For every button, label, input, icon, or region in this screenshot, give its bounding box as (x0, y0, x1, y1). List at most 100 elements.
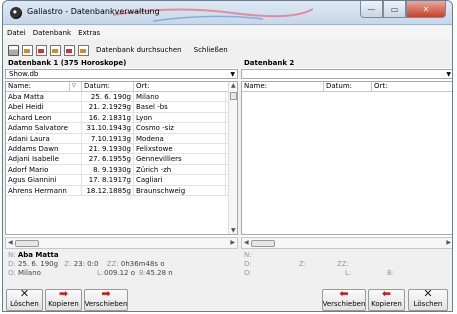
cell-date: 25. 6. 190g (82, 92, 134, 102)
horizontal-scrollbar[interactable]: ◀ ▶ (5, 237, 238, 249)
cell-name: Adjani Isabelle (6, 154, 82, 164)
scroll-up-icon[interactable]: ▲ (231, 82, 236, 89)
scroll-thumb[interactable] (251, 240, 275, 247)
save-document-icon[interactable] (50, 44, 61, 56)
scroll-thumb[interactable] (230, 92, 237, 100)
chevron-down-icon[interactable]: ▼ (230, 71, 235, 79)
table-header: Name: Datum: Ort: (242, 82, 452, 92)
scroll-right-icon[interactable]: ▶ (446, 239, 451, 246)
place-key: O: (8, 269, 16, 277)
record-details-1: N: Aba Matta D: 25. 6. 190g Z: 23: 0:0 Z… (5, 251, 238, 288)
table-row[interactable]: Adamo Salvatore 31.10.1943g Cosmo -siz (6, 123, 237, 134)
export-icon[interactable] (78, 44, 89, 56)
cell-name: Abel Heidi (6, 102, 82, 112)
menu-extras[interactable]: Extras (78, 29, 100, 37)
title-bar: Galiastro - Datenbankverwaltung — ▭ ✕ (3, 1, 452, 25)
cell-place: Basel -bs (134, 102, 226, 112)
table-row[interactable]: Achard Leon 16. 2.1831g Lyon (6, 112, 237, 124)
table-row[interactable]: Agus Giannini 17. 8.1917g Cagliari (6, 175, 237, 186)
name-key: N: (8, 251, 16, 259)
table-row[interactable]: Adorf Mario 8. 9.1930g Zürich -zh (6, 164, 237, 176)
delete-button-right[interactable]: ✕ Löschen (408, 288, 448, 311)
arrow-right-icon: ➡ (101, 287, 111, 300)
table-row[interactable]: Aba Matta 25. 6. 190g Milano (6, 92, 237, 103)
detail-latitude: 45.28 n (146, 269, 173, 277)
table-row[interactable]: Ahrens Hermann 18.12.1885g Braunschweig (6, 185, 237, 196)
window-title: Galiastro - Datenbankverwaltung (27, 7, 160, 16)
name-key: N: (244, 251, 252, 259)
detail-name-line: N: Aba Matta (5, 251, 238, 260)
cell-place: Cagliari (134, 175, 226, 185)
cell-name: Agus Giannini (6, 175, 82, 185)
cell-place: Braunschweig (134, 185, 226, 195)
cell-name: Aba Matta (6, 92, 82, 102)
cell-name: Adani Laura (6, 133, 82, 143)
search-database-button[interactable]: Datenbank durchsuchen (96, 46, 182, 54)
detail-name: Aba Matta (17, 251, 59, 259)
new-document-icon[interactable] (22, 44, 33, 56)
column-header-name[interactable]: Name: (6, 82, 70, 91)
time-key: Z: (299, 260, 307, 268)
table-row[interactable]: Adjani Isabelle 27. 6.1955g Gennevilliers (6, 154, 237, 165)
import-icon[interactable] (64, 44, 75, 56)
action-bar: ✕ Löschen ➡ Kopieren ➡ Verschieben ⬅ Ver… (3, 287, 452, 311)
column-header-name[interactable]: Name: (242, 82, 324, 91)
table-row[interactable]: Addams Dawn 21. 9.1930g Felixstowe (6, 143, 237, 155)
detail-zone-direction: o (160, 260, 165, 268)
maximize-button[interactable]: ▭ (383, 1, 406, 18)
arrow-right-icon: ➡ (58, 287, 69, 300)
table-header: Name: ▽ Datum: Ort: (6, 82, 237, 92)
record-details-2: N: D: Z: ZZ: O: L: B: (241, 251, 452, 288)
scroll-left-icon[interactable]: ◀ (8, 239, 13, 246)
toolbar: Datenbank durchsuchen Schließen (3, 41, 452, 59)
scroll-thumb[interactable] (15, 240, 39, 247)
copy-label: Kopieren (371, 300, 402, 308)
detail-date: 25. 6. 190g (17, 260, 59, 268)
column-header-date[interactable]: Datum: (82, 82, 134, 91)
menu-datenbank[interactable]: Datenbank (33, 29, 71, 37)
place-key: O: (244, 269, 252, 277)
chevron-down-icon[interactable]: ▼ (446, 71, 451, 79)
scroll-left-icon[interactable]: ◀ (244, 239, 249, 246)
column-header-place[interactable]: Ort: (372, 82, 442, 91)
close-button[interactable]: ✕ (406, 1, 446, 18)
detail-place: Milano (17, 269, 41, 277)
cell-name: Adorf Mario (6, 164, 82, 175)
cell-date: 16. 2.1831g (82, 112, 134, 123)
app-icon (10, 7, 22, 19)
table-row[interactable]: Abel Heidi 21. 2.1929g Basel -bs (6, 102, 237, 113)
database-1-panel: Datenbank 1 (375 Horoskope) Show.db ▼ Na… (5, 59, 238, 249)
copy-button-left[interactable]: ➡ Kopieren (45, 287, 82, 311)
longitude-key: L: (345, 269, 352, 277)
date-key: D: (244, 260, 252, 268)
column-header-place[interactable]: Ort: (134, 82, 226, 91)
open-document-icon[interactable] (36, 44, 47, 56)
close-database-button[interactable]: Schließen (194, 46, 228, 54)
database-1-file-value: Show.db (9, 70, 39, 78)
delete-button-left[interactable]: ✕ Löschen (6, 288, 43, 311)
cell-place: Cosmo -siz (134, 123, 226, 133)
cell-place: Milano (134, 92, 226, 102)
table-row[interactable]: Adani Laura 7.10.1913g Modena (6, 133, 237, 144)
database-1-title: Datenbank 1 (375 Horoskope) (5, 59, 238, 68)
menu-datei[interactable]: Datei (7, 29, 26, 37)
cell-place: Lyon (134, 112, 226, 123)
move-button-left[interactable]: ➡ Verschieben (84, 287, 128, 311)
vertical-scrollbar[interactable]: ▲ ▼ (228, 82, 237, 234)
cell-name: Achard Leon (6, 112, 82, 123)
printer-icon[interactable] (8, 44, 19, 56)
scroll-right-icon[interactable]: ▶ (230, 239, 235, 246)
cell-place: Gennevilliers (134, 154, 226, 164)
move-button-right[interactable]: ⬅ Verschieben (322, 288, 366, 311)
copy-button-right[interactable]: ⬅ Kopieren (368, 288, 405, 311)
horizontal-scrollbar[interactable]: ◀ ▶ (241, 237, 452, 249)
cell-name: Adamo Salvatore (6, 123, 82, 133)
column-header-date[interactable]: Datum: (324, 82, 372, 91)
minimize-button[interactable]: — (360, 1, 383, 18)
scroll-down-icon[interactable]: ▼ (231, 227, 236, 234)
sort-icon[interactable]: ▽ (70, 82, 82, 91)
cell-date: 27. 6.1955g (82, 154, 134, 164)
database-1-file-select[interactable]: Show.db ▼ (5, 69, 238, 79)
database-2-file-select[interactable]: ▼ (241, 69, 452, 79)
cell-place: Felixstowe (134, 143, 226, 154)
